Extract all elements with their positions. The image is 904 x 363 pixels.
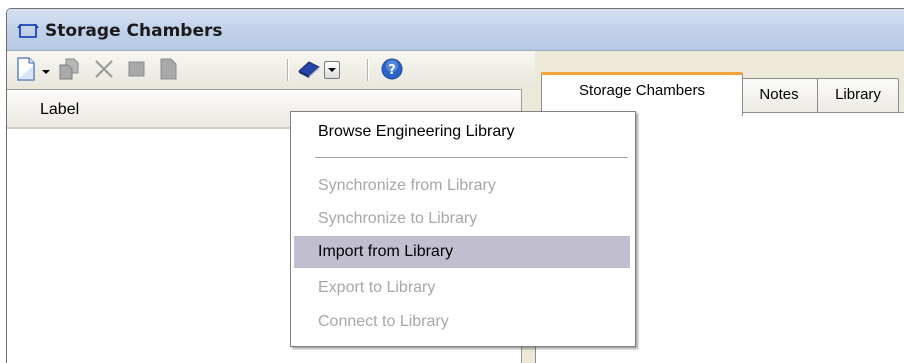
menu-item-browse-engineering-library[interactable]: Browse Engineering Library — [294, 116, 630, 148]
window-title: Storage Chambers — [45, 21, 223, 41]
toolbar: ? — [7, 51, 535, 87]
toolbar-separator — [367, 59, 369, 81]
copy-icon — [59, 58, 79, 80]
page-icon — [160, 58, 177, 80]
library-book-icon — [298, 61, 320, 78]
new-document-icon — [17, 57, 35, 81]
help-button[interactable]: ? — [380, 57, 404, 81]
menu-item-connect-to-library: Connect to Library — [318, 313, 449, 330]
delete-button[interactable] — [92, 57, 116, 81]
label-column-header: Label — [40, 101, 80, 118]
library-dropdown-button[interactable] — [324, 61, 340, 79]
menu-item-export-to-library: Export to Library — [318, 279, 436, 296]
library-dropdown-menu: Browse Engineering Library Synchronize f… — [290, 111, 636, 347]
menu-item-synchronize-to-library: Synchronize to Library — [318, 210, 478, 227]
list-scrollbar[interactable] — [521, 349, 534, 363]
toolbar-separator — [287, 59, 289, 81]
page-button[interactable] — [157, 57, 179, 81]
tab-library[interactable]: Library — [817, 78, 899, 112]
block-button[interactable] — [125, 57, 149, 81]
library-button[interactable] — [297, 57, 321, 81]
delete-icon — [95, 60, 113, 78]
svg-text:?: ? — [388, 63, 396, 78]
menu-item-synchronize-from-library: Synchronize from Library — [318, 177, 496, 194]
new-dropdown-arrow[interactable] — [42, 70, 50, 74]
tab-storage-chambers[interactable]: Storage Chambers — [541, 72, 743, 116]
copy-button[interactable] — [57, 57, 81, 81]
title-bar: Storage Chambers — [7, 9, 904, 51]
block-icon — [128, 61, 145, 77]
storage-chamber-icon — [17, 24, 39, 38]
menu-separator — [315, 157, 628, 158]
tab-notes[interactable]: Notes — [740, 78, 818, 112]
menu-item-import-from-library[interactable]: Import from Library — [294, 236, 630, 268]
help-icon: ? — [381, 58, 403, 80]
new-document-button[interactable] — [15, 57, 37, 81]
